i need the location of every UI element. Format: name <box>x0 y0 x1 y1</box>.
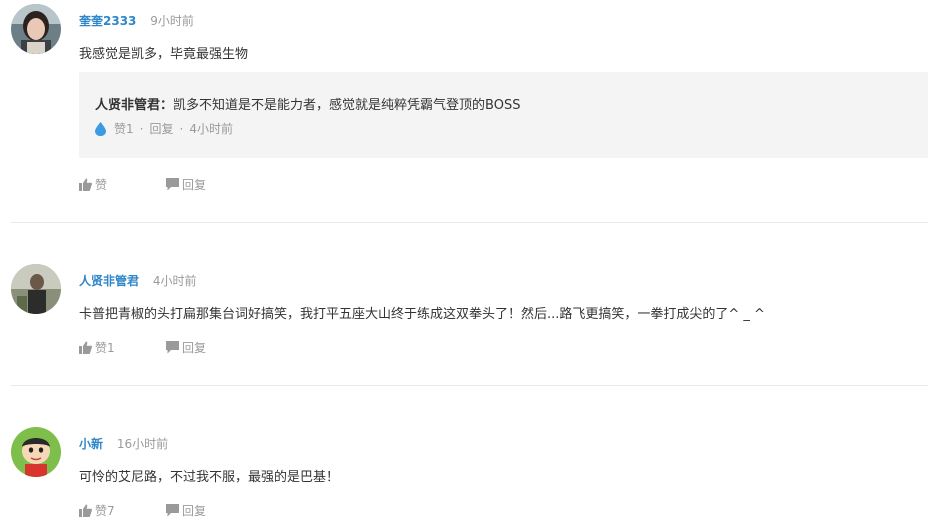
username-link[interactable]: 人贤非管君 <box>79 274 139 288</box>
reply-meta: 赞1 · 回复 · 4小时前 <box>95 120 233 137</box>
comment-text: 卡普把青椒的头打扁那集台词好搞笑，我打平五座大山终于练成这双拳头了！然后...路… <box>79 307 765 322</box>
reply-author[interactable]: 人贤非管君： <box>95 98 173 113</box>
timestamp: 4小时前 <box>152 274 197 288</box>
comment-text: 可怜的艾尼路，不过我不服，最强的是巴基！ <box>79 470 340 485</box>
thumbs-up-icon <box>79 341 92 354</box>
reply-reply-button[interactable]: 回复 <box>149 120 173 137</box>
speech-bubble-icon <box>166 504 179 517</box>
speech-bubble-icon <box>166 178 179 191</box>
username-link[interactable]: 小新 <box>79 437 103 451</box>
like-button[interactable]: 赞7 <box>79 502 166 519</box>
avatar[interactable] <box>11 427 61 477</box>
comment-actions: 赞7 回复 <box>79 502 206 519</box>
reply-label: 回复 <box>182 341 207 355</box>
like-label: 赞 <box>95 178 108 192</box>
avatar[interactable] <box>11 264 61 314</box>
timestamp: 16小时前 <box>116 437 169 451</box>
like-button[interactable]: 赞 <box>79 176 166 193</box>
comment-actions: 赞 回复 <box>79 176 206 193</box>
water-drop-icon <box>95 121 106 136</box>
like-label: 赞1 <box>95 341 115 355</box>
speech-bubble-icon <box>166 341 179 354</box>
username-link[interactable]: 奎奎2333 <box>79 14 136 28</box>
reply-button[interactable]: 回复 <box>166 502 206 519</box>
avatar[interactable] <box>11 4 61 54</box>
reply-content: 凯多不知道是不是能力者，感觉就是纯粹凭霸气登顶的BOSS <box>173 98 521 113</box>
like-button[interactable]: 赞1 <box>79 339 166 356</box>
reply-label: 回复 <box>182 178 207 192</box>
separator: · <box>139 121 144 136</box>
comment-text: 我感觉是凯多，毕竟最强生物 <box>79 47 249 62</box>
thumbs-up-icon <box>79 504 92 517</box>
comment-meta: 小新 16小时前 <box>79 435 168 452</box>
separator: · <box>179 121 184 136</box>
reply-box: 人贤非管君：凯多不知道是不是能力者，感觉就是纯粹凭霸气登顶的BOSS 赞1 · … <box>79 72 928 158</box>
reply-button[interactable]: 回复 <box>166 176 206 193</box>
timestamp: 9小时前 <box>150 14 194 28</box>
reply-label: 回复 <box>182 504 207 518</box>
comment-meta: 人贤非管君 4小时前 <box>79 272 196 289</box>
thumbs-up-icon <box>79 178 92 191</box>
divider <box>11 385 928 386</box>
reply-like-button[interactable]: 赞1 <box>114 120 134 137</box>
comment-meta: 奎奎2333 9小时前 <box>79 12 194 29</box>
reply-text: 人贤非管君：凯多不知道是不是能力者，感觉就是纯粹凭霸气登顶的BOSS <box>95 94 520 113</box>
reply-button[interactable]: 回复 <box>166 339 206 356</box>
comment-actions: 赞1 回复 <box>79 339 206 356</box>
divider <box>11 222 928 223</box>
like-label: 赞7 <box>95 504 115 518</box>
reply-timestamp: 4小时前 <box>189 122 233 136</box>
